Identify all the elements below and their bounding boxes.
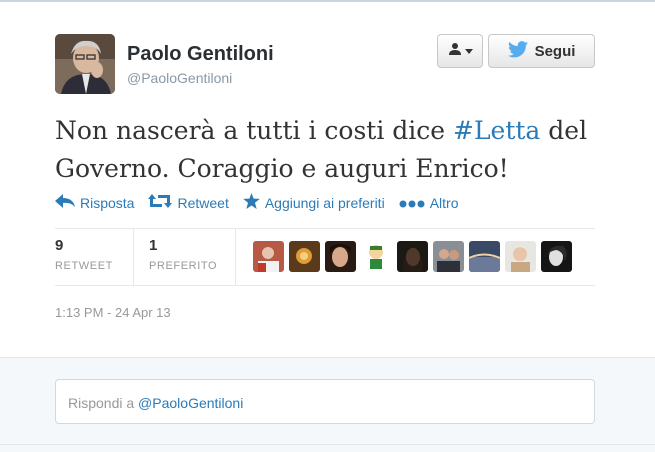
user-avatar[interactable]: [469, 241, 500, 272]
twitter-bird-icon: [507, 40, 528, 62]
follow-label: Segui: [534, 42, 576, 60]
reply-button[interactable]: Risposta: [55, 194, 134, 211]
retweet-icon: [148, 194, 173, 211]
chevron-down-icon: [464, 42, 473, 60]
user-avatar[interactable]: [397, 241, 428, 272]
follow-button[interactable]: Segui: [488, 34, 595, 68]
favorite-count-label: PREFERITO: [149, 260, 218, 272]
retweet-count-label: RETWEET: [55, 260, 113, 272]
user-avatar[interactable]: [505, 241, 536, 272]
favorite-button[interactable]: Aggiungi ai preferiti: [242, 193, 385, 212]
bottom-divider: [0, 444, 655, 445]
more-button[interactable]: Altro: [399, 194, 459, 211]
author-name[interactable]: Paolo Gentiloni: [127, 43, 274, 66]
reply-mention: @PaoloGentiloni: [138, 395, 244, 411]
user-avatar[interactable]: [325, 241, 356, 272]
star-icon: [242, 193, 260, 212]
favorite-count: 1: [149, 237, 158, 254]
stats-divider: [133, 229, 134, 285]
reply-input[interactable]: Rispondi a @PaoloGentiloni: [55, 379, 595, 424]
reply-icon: [55, 194, 75, 211]
user-avatar[interactable]: [541, 241, 572, 272]
retweet-stat[interactable]: 9 RETWEET: [55, 229, 133, 285]
tweet-actions: Risposta Retweet Aggiungi ai preferiti A…: [55, 193, 472, 212]
tweet-text: Non nascerà a tutti i costi dice #Letta …: [55, 112, 595, 188]
retweet-label: Retweet: [177, 194, 229, 211]
user-dropdown-icon: [448, 42, 462, 61]
reply-label: Risposta: [80, 194, 135, 211]
stats-bottom-divider: [55, 285, 595, 286]
tweet-stats: 9 RETWEET 1 PREFERITO: [55, 229, 595, 285]
reply-placeholder-prefix: Rispondi a: [68, 395, 139, 411]
hashtag-link[interactable]: #Letta: [453, 116, 540, 145]
author-handle[interactable]: @PaoloGentiloni: [127, 70, 232, 86]
user-avatar[interactable]: [433, 241, 464, 272]
user-avatar-list: [253, 241, 572, 272]
more-dots-icon: [399, 195, 425, 211]
favorite-stat[interactable]: 1 PREFERITO: [149, 229, 235, 285]
tweet-text-before: Non nascerà a tutti i costi dice: [55, 116, 453, 145]
tweet-timestamp[interactable]: 1:13 PM - 24 Apr 13: [55, 305, 171, 320]
top-border: [0, 0, 655, 2]
user-avatar[interactable]: [361, 241, 392, 272]
user-avatar[interactable]: [289, 241, 320, 272]
reply-area: Rispondi a @PaoloGentiloni: [0, 357, 655, 452]
retweet-count: 9: [55, 237, 64, 254]
stats-divider: [235, 229, 236, 285]
author-avatar[interactable]: [55, 34, 115, 94]
user-avatar[interactable]: [253, 241, 284, 272]
favorite-label: Aggiungi ai preferiti: [264, 194, 385, 211]
more-label: Altro: [429, 194, 459, 211]
retweet-button[interactable]: Retweet: [148, 194, 229, 211]
user-actions-dropdown[interactable]: [437, 34, 483, 68]
